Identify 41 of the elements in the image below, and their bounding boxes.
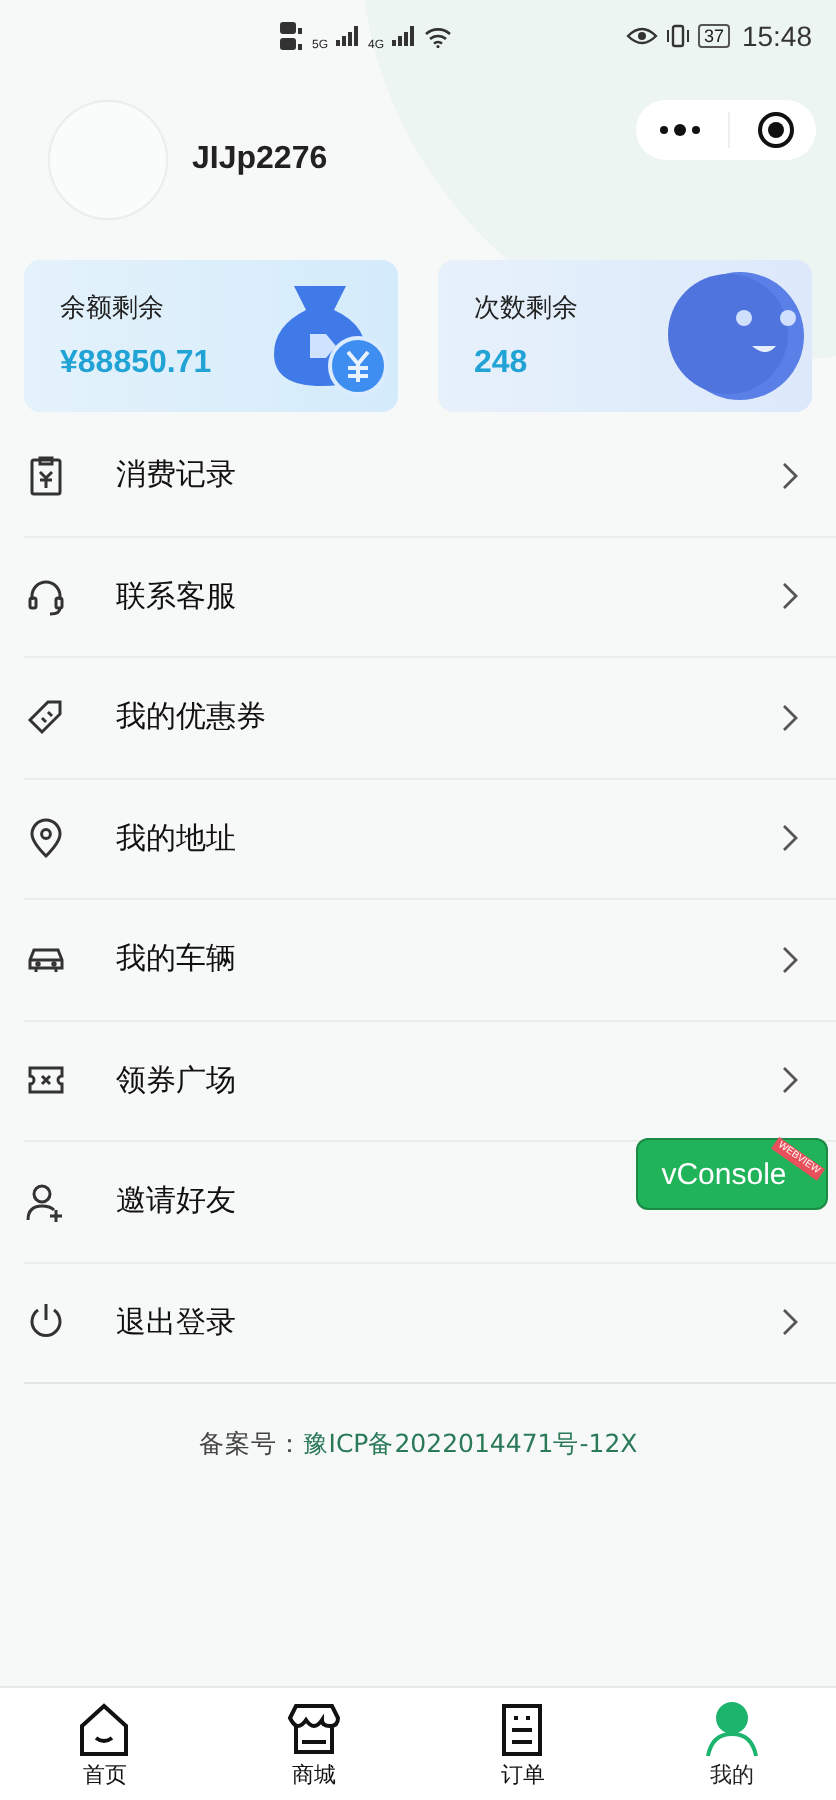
- username: JIJp2276: [192, 142, 328, 178]
- storefront-icon: [283, 1699, 344, 1759]
- more-icon[interactable]: [657, 122, 701, 138]
- tab-item[interactable]: 我的: [661, 1699, 802, 1789]
- stat-value: ¥88850.71: [60, 346, 212, 382]
- icp-link[interactable]: 豫ICP备2022014471号-12X: [302, 1428, 638, 1462]
- stat-label: 余额剩余: [60, 292, 166, 326]
- eye-icon: [625, 26, 658, 46]
- signal-icon: [336, 26, 361, 46]
- battery-icon: 37: [697, 24, 730, 48]
- menu-label: 我的地址: [116, 819, 238, 858]
- person-icon: [701, 1699, 762, 1759]
- stat-label: 次数剩余: [474, 292, 578, 326]
- menu-label: 消费记录: [116, 456, 238, 495]
- tab-item[interactable]: 商城: [243, 1699, 384, 1789]
- add-person-icon: [24, 1179, 68, 1224]
- menu-label: 我的优惠券: [116, 698, 268, 737]
- menu-label: 邀请好友: [116, 1182, 238, 1221]
- menu-label: 领券广场: [116, 1061, 238, 1100]
- stat-card[interactable]: 余额剩余 ¥88850.71: [24, 260, 398, 412]
- coupon-icon: [24, 695, 68, 740]
- tab-item[interactable]: 首页: [34, 1699, 175, 1789]
- smiley-face-icon: [664, 266, 804, 406]
- stat-card[interactable]: 次数剩余 248: [438, 260, 812, 412]
- stat-value: 248: [474, 346, 530, 382]
- wifi-icon: [424, 25, 453, 47]
- menu-item[interactable]: 我的车辆: [24, 900, 836, 1021]
- menu-label: 联系客服: [116, 577, 238, 616]
- hd-icon: [280, 20, 304, 52]
- clock-time: 15:48: [741, 20, 812, 52]
- menu-item[interactable]: 退出登录: [24, 1263, 836, 1384]
- menu-label: 我的车辆: [116, 940, 238, 979]
- menu-item[interactable]: 联系客服: [24, 537, 836, 658]
- tab-item[interactable]: 订单: [452, 1699, 593, 1789]
- menu-label: 退出登录: [116, 1303, 238, 1342]
- icp-label: 备案号：: [198, 1428, 303, 1462]
- menu-item[interactable]: 消费记录: [24, 416, 836, 537]
- vibrate-icon: [665, 24, 690, 48]
- menu-item[interactable]: 我的优惠券: [24, 658, 836, 779]
- menu-item[interactable]: 我的地址: [24, 779, 836, 900]
- signal-icon: [392, 26, 417, 46]
